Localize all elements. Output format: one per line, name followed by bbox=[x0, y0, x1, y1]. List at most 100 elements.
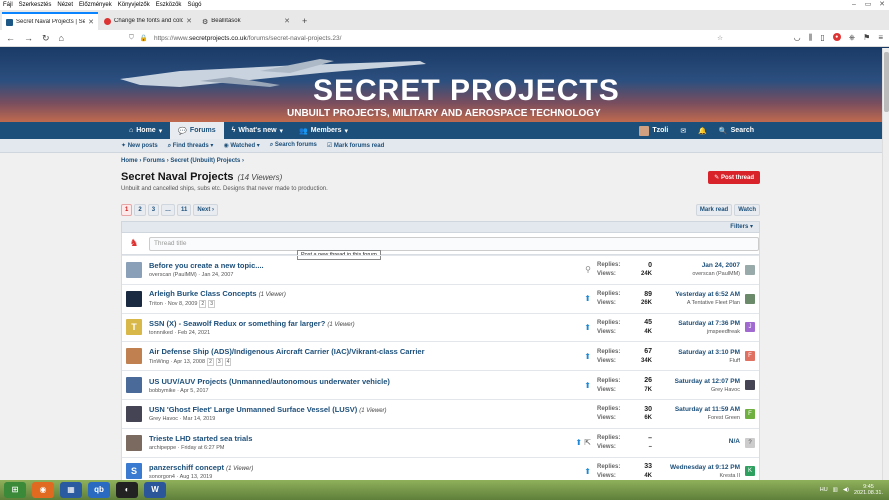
close-tab-icon[interactable]: ✕ bbox=[186, 17, 192, 25]
menu-history[interactable]: Előzmények bbox=[79, 0, 112, 10]
clock[interactable]: 9:45 2021.08.31. bbox=[854, 484, 883, 496]
sidebar-icon[interactable]: ▯ bbox=[820, 33, 824, 43]
close-tab-icon[interactable]: ✕ bbox=[284, 17, 290, 25]
unread-icon[interactable]: ⬆ bbox=[584, 381, 591, 390]
thread-page-link[interactable]: 2 bbox=[199, 300, 207, 309]
thread-row[interactable]: Trieste LHD started sea trials archipepp… bbox=[122, 427, 759, 457]
avatar[interactable] bbox=[126, 290, 142, 307]
thread-row[interactable]: Air Defense Ship (ADS)/Indigenous Aircra… bbox=[122, 341, 759, 370]
calculator-icon[interactable]: ▦ bbox=[60, 482, 82, 498]
last-post-user[interactable]: overscan (PaulMM) bbox=[652, 271, 740, 277]
avatar[interactable] bbox=[126, 348, 142, 365]
page-1[interactable]: 1 bbox=[121, 204, 133, 216]
language-indicator[interactable]: HU bbox=[820, 487, 828, 493]
nav-user[interactable]: Tzoli bbox=[633, 122, 674, 139]
inbox-icon[interactable]: ✉ bbox=[674, 122, 692, 139]
last-post-user[interactable]: Grey Havoc bbox=[652, 387, 740, 393]
last-post-avatar[interactable]: J bbox=[745, 322, 755, 333]
thread-page-link[interactable]: 3 bbox=[215, 357, 223, 366]
page-3[interactable]: 3 bbox=[147, 204, 160, 216]
back-icon[interactable]: ← bbox=[6, 33, 15, 43]
unread-icon[interactable]: ⬆ bbox=[575, 438, 582, 447]
thread-row[interactable]: Arleigh Burke Class Concepts (1 Viewer) … bbox=[122, 283, 759, 313]
menu-file[interactable]: Fájl bbox=[3, 0, 13, 10]
nav-members[interactable]: 👥 Members ▾ bbox=[291, 122, 356, 139]
home-icon[interactable]: ⌂ bbox=[59, 33, 64, 43]
thread-title[interactable]: panzerschiff concept (1 Viewer) bbox=[149, 463, 571, 472]
menu-edit[interactable]: Szerkesztés bbox=[19, 0, 52, 10]
last-post-date[interactable]: Saturday at 11:59 AM bbox=[652, 406, 740, 413]
nav-home[interactable]: ⌂ Home ▾ bbox=[121, 122, 170, 139]
last-post-avatar[interactable]: ? bbox=[745, 437, 755, 448]
reload-icon[interactable]: ↻ bbox=[42, 33, 50, 44]
menu-help[interactable]: Súgó bbox=[187, 0, 201, 10]
last-post-date[interactable]: Saturday at 7:36 PM bbox=[652, 320, 740, 327]
subnav-find-threads[interactable]: ⌕ Find threads ▾ bbox=[168, 142, 214, 150]
tab-secret-naval-projects[interactable]: Secret Naval Projects | Secret Pr ✕ bbox=[2, 12, 98, 30]
bell-icon[interactable]: 🔔 bbox=[692, 122, 713, 139]
volume-icon[interactable]: ◀) bbox=[843, 487, 849, 493]
last-post-user[interactable]: Kresta II bbox=[652, 473, 740, 479]
page-ellipsis[interactable]: … bbox=[161, 204, 176, 216]
thread-row[interactable]: USN 'Ghost Fleet' Large Unmanned Surface… bbox=[122, 398, 759, 428]
last-post-avatar[interactable]: F bbox=[745, 351, 755, 362]
breadcrumb-forums[interactable]: Forums bbox=[143, 158, 165, 164]
maximize-icon[interactable]: ▭ bbox=[861, 0, 875, 10]
nav-forums[interactable]: 💬 Forums bbox=[170, 122, 224, 139]
last-post-date[interactable]: Wednesday at 9:12 PM bbox=[652, 464, 740, 471]
pocket-icon[interactable]: ◡ bbox=[794, 33, 801, 43]
thread-title[interactable]: Air Defense Ship (ADS)/Indigenous Aircra… bbox=[149, 347, 571, 356]
mark-read-button[interactable]: Mark read bbox=[695, 204, 733, 216]
last-post-date[interactable]: Jan 24, 2007 bbox=[652, 262, 740, 269]
subnav-watched[interactable]: ◉ Watched ▾ bbox=[223, 142, 259, 149]
breadcrumb-category[interactable]: Secret (Unbuilt) Projects bbox=[170, 158, 240, 164]
url-bar[interactable]: ⛉ 🔒 https://www.secretprojects.co.uk/for… bbox=[123, 32, 723, 45]
unread-icon[interactable]: ⬆ bbox=[584, 323, 591, 332]
unread-icon[interactable]: ⬆ bbox=[584, 352, 591, 361]
bookmark-star-icon[interactable]: ☆ bbox=[717, 34, 723, 42]
menu-view[interactable]: Nézet bbox=[57, 0, 73, 10]
avatar[interactable] bbox=[126, 434, 142, 451]
last-post-user[interactable]: Fluff bbox=[652, 358, 740, 364]
forward-icon[interactable]: → bbox=[24, 33, 33, 43]
thread-title[interactable]: Arleigh Burke Class Concepts (1 Viewer) bbox=[149, 289, 571, 298]
page-11[interactable]: 11 bbox=[177, 204, 192, 216]
firefox-icon[interactable]: ◉ bbox=[32, 482, 54, 498]
last-post-date[interactable]: Saturday at 12:07 PM bbox=[652, 378, 740, 385]
last-post-avatar[interactable] bbox=[745, 264, 755, 275]
unread-icon[interactable]: ⬆ bbox=[584, 467, 591, 476]
scrollbar[interactable] bbox=[882, 48, 889, 480]
tab-settings[interactable]: ⚙ Beállítások ✕ bbox=[198, 12, 294, 30]
avatar[interactable]: T bbox=[126, 319, 142, 336]
start-button[interactable]: ⊞ bbox=[4, 482, 26, 498]
extension-icon[interactable]: ⎈ bbox=[849, 33, 855, 43]
last-post-user[interactable]: Forest Green bbox=[652, 415, 740, 421]
subnav-mark-read[interactable]: ☑ Mark forums read bbox=[327, 142, 384, 149]
close-icon[interactable]: ✕ bbox=[875, 0, 889, 10]
thread-page-link[interactable]: 2 bbox=[207, 357, 214, 366]
minimize-icon[interactable]: – bbox=[847, 0, 861, 10]
puzzle-icon[interactable]: ⚑ bbox=[863, 33, 870, 43]
steam-icon[interactable]: ◐ bbox=[116, 482, 138, 498]
last-post-date[interactable]: Saturday at 3:10 PM bbox=[652, 349, 740, 356]
qbittorrent-icon[interactable]: qb bbox=[88, 482, 110, 498]
thread-title[interactable]: Before you create a new topic.... bbox=[149, 261, 571, 270]
thread-title[interactable]: US UUV/AUV Projects (Unmanned/autonomous… bbox=[149, 377, 571, 386]
thread-page-link[interactable]: 3 bbox=[208, 300, 215, 309]
avatar[interactable] bbox=[126, 405, 142, 422]
avatar[interactable]: S bbox=[126, 463, 142, 480]
close-tab-icon[interactable]: ✕ bbox=[88, 18, 94, 26]
page-2[interactable]: 2 bbox=[134, 204, 146, 216]
watch-button[interactable]: Watch bbox=[734, 204, 760, 216]
subnav-new-posts[interactable]: ✦ New posts bbox=[121, 142, 158, 149]
word-icon[interactable]: W bbox=[144, 482, 166, 498]
menu-icon[interactable]: ≡ bbox=[878, 33, 883, 43]
breadcrumb-home[interactable]: Home bbox=[121, 158, 138, 164]
nav-whats-new[interactable]: ϟ What's new ▾ bbox=[224, 122, 291, 139]
menu-tools[interactable]: Eszközök bbox=[156, 0, 182, 10]
last-post-avatar[interactable] bbox=[745, 380, 755, 391]
scrollbar-thumb[interactable] bbox=[884, 52, 889, 112]
last-post-avatar[interactable] bbox=[745, 293, 755, 304]
external-link-icon[interactable]: ⇱ bbox=[584, 438, 591, 447]
last-post-date[interactable]: N/A bbox=[652, 438, 740, 445]
